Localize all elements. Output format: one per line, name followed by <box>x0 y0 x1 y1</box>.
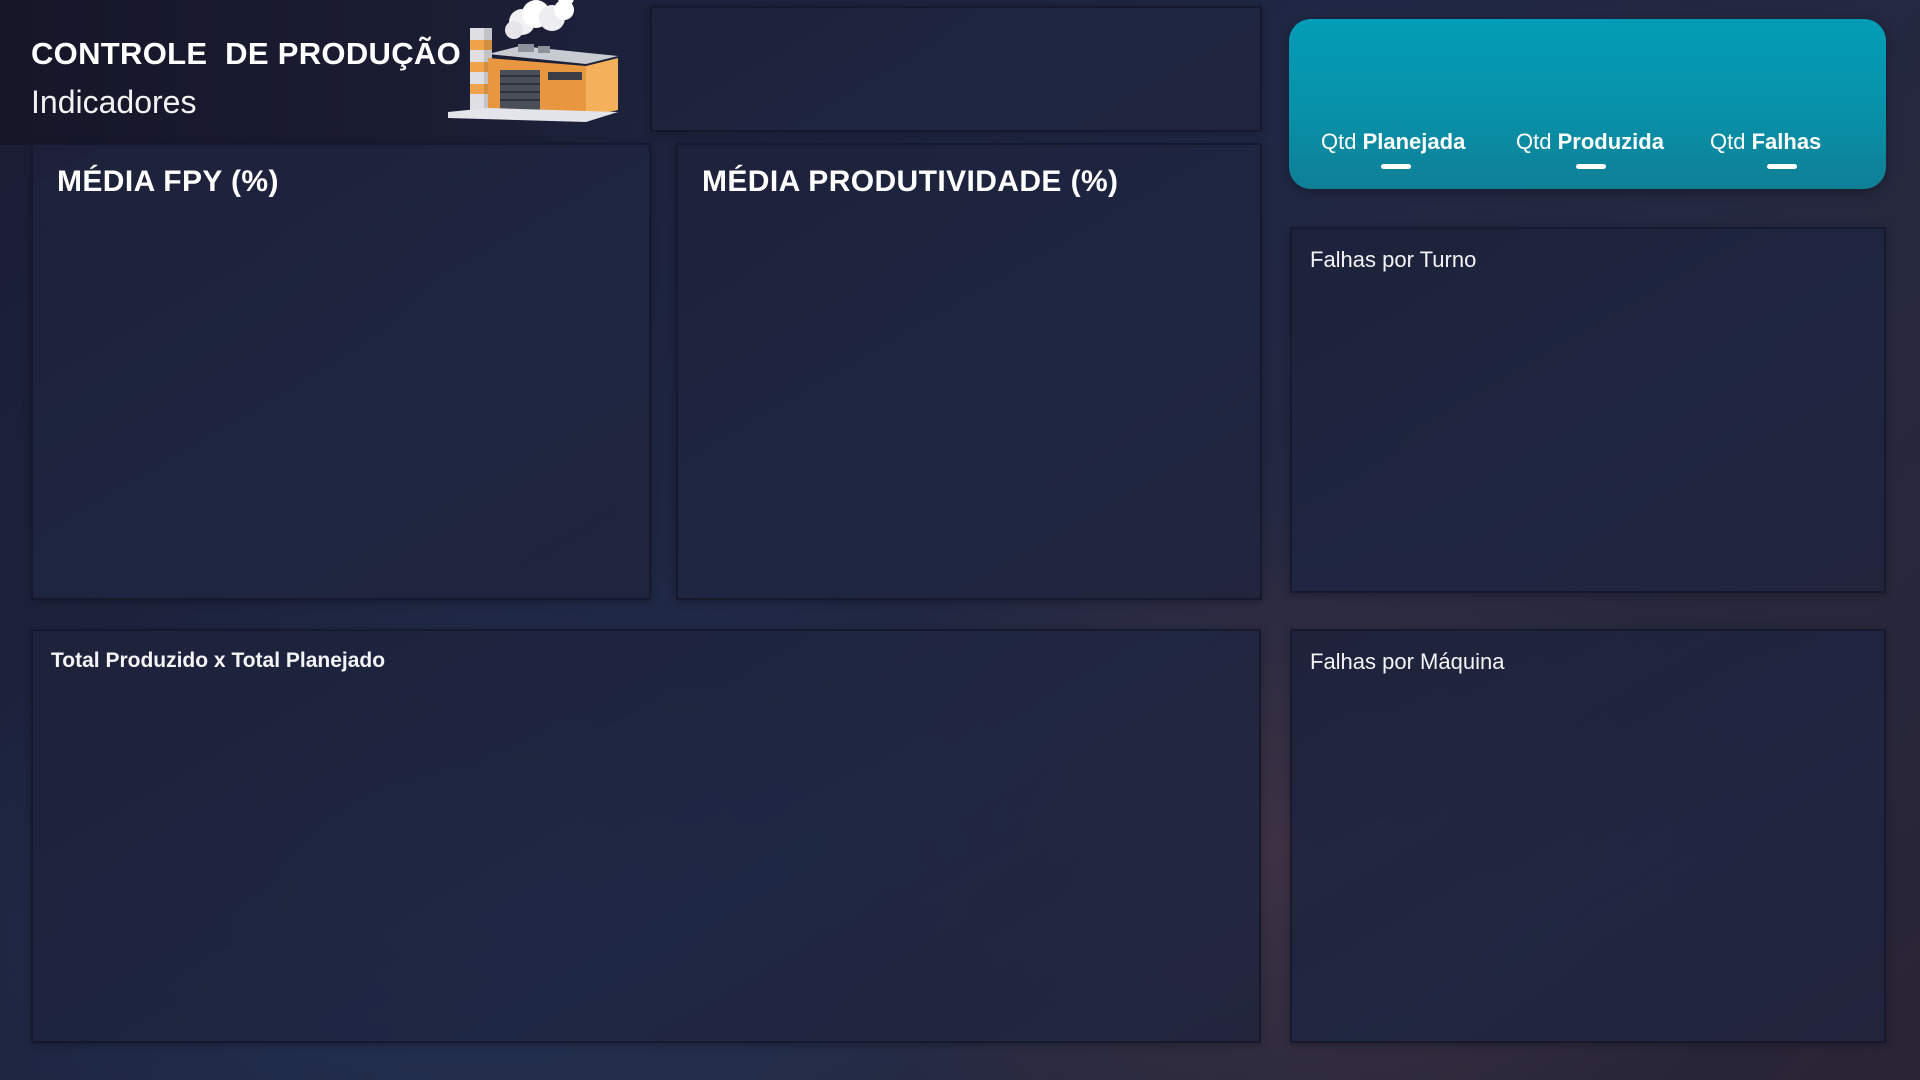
productivity-kpi-card: MÉDIA PRODUTIVIDADE (%) <box>676 143 1262 600</box>
failures-by-machine-chart: Falhas por Máquina <box>1290 629 1886 1043</box>
fpy-kpi-card: MÉDIA FPY (%) <box>31 143 651 600</box>
failures-by-shift-title: Falhas por Turno <box>1310 247 1477 272</box>
tab-qtd-produzida[interactable]: Qtd Produzida <box>1516 129 1664 155</box>
header: CONTROLE DE PRODUÇÃO Indicadores <box>0 0 640 145</box>
failures-by-machine-title: Falhas por Máquina <box>1310 649 1505 674</box>
tab-indicator <box>1767 164 1797 169</box>
top-blank-panel <box>650 6 1262 132</box>
tab-qtd-planejada[interactable]: Qtd Planejada <box>1321 129 1465 155</box>
tab-qtd-falhas[interactable]: Qtd Falhas <box>1710 129 1821 155</box>
metric-tabs: Qtd Planejada Qtd Produzida Qtd Falhas <box>1289 19 1886 189</box>
productivity-kpi-title: MÉDIA PRODUTIVIDADE (%) <box>702 165 1119 198</box>
fpy-kpi-title: MÉDIA FPY (%) <box>57 165 279 198</box>
tab-indicator <box>1381 164 1411 169</box>
produced-vs-planned-chart: Total Produzido x Total Planejado <box>31 629 1261 1043</box>
failures-by-shift-chart: Falhas por Turno <box>1290 227 1886 593</box>
tab-indicator <box>1576 164 1606 169</box>
tab-label: Produzida <box>1557 129 1664 154</box>
tab-prefix: Qtd <box>1710 129 1746 154</box>
factory-icon <box>448 0 618 122</box>
produced-vs-planned-title: Total Produzido x Total Planejado <box>51 649 386 672</box>
tab-label: Planejada <box>1362 129 1466 154</box>
tab-prefix: Qtd <box>1321 129 1357 154</box>
page-subtitle: Indicadores <box>31 84 197 120</box>
page-title: CONTROLE DE PRODUÇÃO <box>31 36 461 71</box>
tab-prefix: Qtd <box>1516 129 1552 154</box>
tab-label: Falhas <box>1751 129 1822 154</box>
